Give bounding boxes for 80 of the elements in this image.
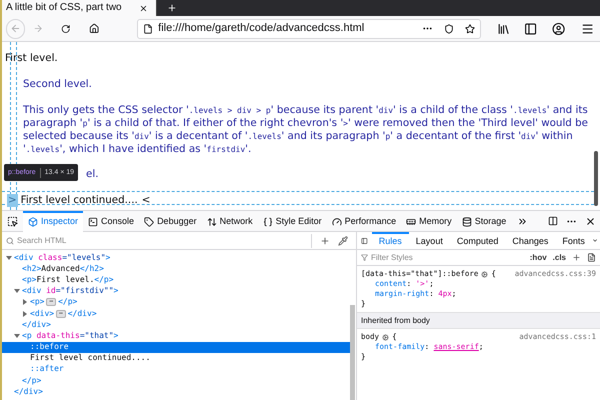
account-icon[interactable] bbox=[552, 22, 565, 36]
sidebar-icon[interactable] bbox=[524, 22, 538, 36]
new-tab-icon[interactable] bbox=[167, 3, 177, 13]
gear-icon[interactable] bbox=[382, 334, 390, 340]
search-field[interactable]: Search HTML bbox=[17, 234, 312, 248]
add-rule-icon[interactable] bbox=[572, 253, 581, 262]
first-level-text: First level. bbox=[5, 52, 59, 65]
gauge-icon bbox=[332, 217, 342, 227]
eyedropper-icon[interactable] bbox=[338, 236, 348, 246]
sidebar-tab[interactable]: Changes bbox=[505, 232, 556, 250]
terminal-icon bbox=[88, 217, 98, 227]
filter-field[interactable]: Filter Styles bbox=[371, 252, 530, 264]
devtools-tab[interactable]: Memory bbox=[401, 210, 457, 232]
menu-icon[interactable] bbox=[580, 22, 594, 36]
third-level-text: el. bbox=[86, 168, 98, 181]
filter-toggle[interactable]: .cls bbox=[552, 252, 566, 264]
document-icon[interactable] bbox=[587, 253, 596, 262]
after-text: < bbox=[142, 194, 150, 207]
pick-element-icon[interactable] bbox=[7, 216, 18, 226]
devtools-tab[interactable]: Console bbox=[83, 210, 140, 232]
filter-toggle[interactable]: :hov bbox=[530, 252, 547, 264]
filter-icon bbox=[361, 254, 368, 261]
markup-node[interactable]: ::after bbox=[2, 364, 350, 376]
sidebar-tab[interactable]: Rules bbox=[372, 232, 409, 250]
shield-icon[interactable] bbox=[444, 24, 454, 34]
markup-node[interactable]: <h2>Advanced</h2> bbox=[2, 263, 350, 274]
star-icon[interactable] bbox=[465, 24, 476, 34]
home-icon[interactable] bbox=[88, 23, 100, 34]
inspector-icon bbox=[28, 217, 38, 227]
devtools-tab[interactable]: Performance bbox=[326, 210, 402, 232]
toggle-pane-icon[interactable] bbox=[361, 236, 368, 246]
sidebar-tab[interactable]: Computed bbox=[450, 232, 506, 250]
expanded-triangle-icon[interactable] bbox=[14, 288, 20, 294]
markup-node[interactable]: ::before bbox=[2, 342, 350, 353]
devtools-tab[interactable]: Storage bbox=[456, 210, 512, 232]
scroll-thumb[interactable] bbox=[594, 151, 598, 206]
before-highlight: > bbox=[7, 194, 18, 207]
dock-icon[interactable] bbox=[548, 216, 558, 226]
devtools-tab[interactable]: Network bbox=[202, 210, 258, 232]
collapsed-triangle-icon[interactable] bbox=[22, 299, 28, 306]
markup-node[interactable]: <p data-this="that"> bbox=[2, 330, 350, 342]
markup-node[interactable]: <div id="firstdiv""> bbox=[2, 286, 350, 297]
collapsed-triangle-icon[interactable] bbox=[22, 310, 28, 317]
sidebar-tab[interactable]: Layout bbox=[408, 232, 450, 250]
add-node-icon[interactable] bbox=[320, 236, 330, 246]
second-level-text: Second level. bbox=[23, 78, 93, 91]
file-icon bbox=[143, 24, 154, 34]
braces-icon bbox=[262, 217, 273, 227]
devtools-tab[interactable]: Debugger bbox=[139, 210, 202, 232]
gear-icon[interactable] bbox=[481, 270, 488, 278]
inherited-header: Inherited from body bbox=[357, 312, 600, 329]
close-icon[interactable] bbox=[139, 4, 148, 12]
tag-icon bbox=[144, 217, 154, 227]
devtools-tab[interactable]: Style Editor bbox=[258, 210, 327, 232]
reload-icon[interactable] bbox=[61, 24, 71, 34]
more-tabs-icon[interactable] bbox=[517, 216, 528, 226]
database-icon bbox=[462, 217, 472, 227]
tab-title: A little bit of CSS, part two bbox=[6, 2, 122, 14]
markup-node[interactable]: <div class="levels"> bbox=[2, 252, 350, 264]
sidebar-tab[interactable]: Fonts bbox=[555, 232, 592, 250]
continued-text: First level continued.... bbox=[20, 194, 138, 207]
markup-node[interactable]: <p>First level.</p> bbox=[2, 274, 350, 286]
expanded-triangle-icon[interactable] bbox=[14, 332, 20, 339]
markup-node[interactable]: First level continued.... bbox=[2, 352, 350, 364]
url-text: file:///home/gareth/code/advancedcss.html bbox=[158, 21, 366, 36]
explanation-paragraph: This only gets the CSS selector '.levels > div > p' because its parent 'div' is a child of the class '.levels' and its paragraph 'p' is a child of that. If either of the right chevron's '>' were removed then the 'Third level' would be selected because its 'div' is a decentant of '.levels' and its paragraph 'p' a decentant of the first 'div' within '.levels', which I have identified as 'firstdiv'. bbox=[23, 104, 588, 156]
library-icon[interactable] bbox=[497, 22, 510, 36]
browser-tab[interactable]: A little bit of CSS, part two bbox=[2, 0, 157, 16]
memory-icon bbox=[406, 217, 416, 227]
closing-tag[interactable]: </div> bbox=[2, 319, 350, 330]
expanded-triangle-icon[interactable] bbox=[6, 254, 12, 261]
closing-tag[interactable]: </p> bbox=[2, 375, 350, 386]
back-arrow-icon bbox=[10, 23, 21, 34]
closing-tag[interactable]: </div> bbox=[2, 386, 350, 398]
url-field[interactable]: file:///home/gareth/code/advancedcss.html bbox=[137, 18, 482, 38]
close-icon[interactable] bbox=[585, 216, 596, 226]
arrows-icon bbox=[206, 217, 217, 227]
scroll-thumb[interactable] bbox=[350, 305, 355, 400]
devtools-tab[interactable]: Inspector bbox=[23, 210, 84, 232]
search-icon bbox=[6, 236, 14, 244]
